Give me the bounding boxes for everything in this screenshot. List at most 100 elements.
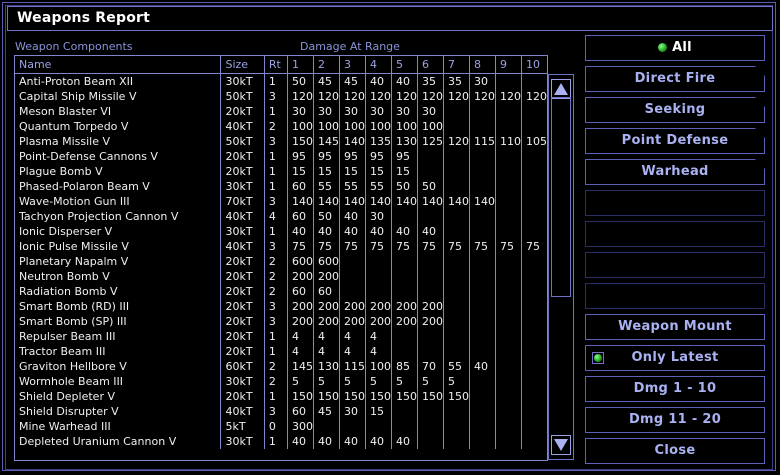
table-row[interactable]: Tachyon Projection Cannon V 40kT 4 60 50 40 30 — [15, 209, 547, 224]
table-cell — [468, 419, 496, 434]
table-row[interactable]: Planetary Napalm V 20kT 2 600 600 — [15, 254, 547, 269]
table-cell: 45 — [312, 404, 340, 419]
table-row[interactable]: Shield Disrupter V 40kT 3 60 45 30 15 — [15, 404, 547, 419]
table-cell: 40 — [390, 73, 418, 89]
filter-seeking-button[interactable]: Seeking — [585, 97, 765, 123]
column-header[interactable]: Size — [220, 56, 265, 74]
table-cell: 3 — [263, 89, 288, 104]
weapon-mount-button[interactable]: Weapon Mount — [585, 314, 765, 340]
column-header[interactable]: Rt — [263, 56, 288, 74]
only-latest-toggle[interactable]: Only Latest — [585, 345, 765, 371]
table-cell: 30 — [364, 104, 392, 119]
filter-direct-fire-button[interactable]: Direct Fire — [585, 66, 765, 92]
table-cell: 50 — [416, 179, 444, 194]
table-cell: 55 — [442, 359, 470, 374]
column-header[interactable]: 2 — [312, 56, 340, 74]
table-cell: Anti-Proton Beam XII — [19, 75, 134, 88]
table-row[interactable]: Smart Bomb (RD) III 20kT 3 200 200 200 200 200 2… — [15, 299, 547, 314]
table-row[interactable]: Tractor Beam III 20kT 1 4 4 4 4 — [15, 344, 547, 359]
dmg-1-10-button[interactable]: Dmg 1 - 10 — [585, 376, 765, 402]
table-row[interactable]: Wormhole Beam III 30kT 2 5 5 5 5 5 5 5 — [15, 374, 547, 389]
table-cell: 100 — [390, 119, 418, 134]
table-cell: 30kT — [220, 374, 265, 389]
table-cell: 200 — [364, 314, 392, 329]
table-row[interactable]: Neutron Bomb V 20kT 2 200 200 — [15, 269, 547, 284]
table-row[interactable]: Phased-Polaron Beam V 30kT 1 60 55 55 55 50 50 — [15, 179, 547, 194]
table-cell: Point-Defense Cannons V — [19, 150, 158, 163]
table-row[interactable]: Ionic Pulse Missile V 40kT 3 75 75 75 75 75 75 75… — [15, 239, 547, 254]
table-cell: 1 — [263, 329, 288, 344]
table-cell: 110 — [494, 134, 522, 149]
table-cell — [520, 314, 547, 329]
table-cell — [442, 254, 470, 269]
table-cell: 3 — [263, 134, 288, 149]
empty-slot-1 — [585, 190, 765, 216]
table-cell — [520, 404, 547, 419]
table-cell: 1 — [263, 434, 288, 449]
table-cell: 1 — [263, 149, 288, 164]
table-cell: 140 — [312, 194, 340, 209]
table-cell: 5 — [442, 374, 470, 389]
table-row[interactable]: Radiation Bomb V 20kT 2 60 60 — [15, 284, 547, 299]
window-title: Weapons Report — [17, 10, 151, 26]
table-cell: Wormhole Beam III — [19, 375, 124, 388]
column-header[interactable]: 9 — [494, 56, 522, 74]
column-header[interactable]: 1 — [286, 56, 314, 74]
table-row[interactable]: Plasma Missile V 50kT 3 150 145 140 135 130 125 1… — [15, 134, 547, 149]
column-header[interactable]: 3 — [338, 56, 366, 74]
table-cell — [520, 344, 547, 359]
only-latest-checkbox[interactable] — [592, 352, 604, 364]
column-header[interactable]: Name — [15, 56, 221, 74]
close-button[interactable]: Close — [585, 438, 765, 464]
table-cell — [364, 269, 392, 284]
table-row[interactable]: Point-Defense Cannons V 20kT 1 95 95 95 95 95 — [15, 149, 547, 164]
table-row[interactable]: Wave-Motion Gun III 70kT 3 140 140 140 140 140 1… — [15, 194, 547, 209]
column-header[interactable]: 5 — [390, 56, 418, 74]
table-row[interactable]: Plague Bomb V 20kT 1 15 15 15 15 15 — [15, 164, 547, 179]
column-header[interactable]: 10 — [520, 56, 547, 74]
scroll-thumb[interactable] — [551, 97, 571, 297]
table-cell: 200 — [338, 314, 366, 329]
scroll-down-button[interactable] — [551, 435, 571, 455]
filter-all-button[interactable]: All — [585, 35, 765, 61]
column-header[interactable]: 6 — [416, 56, 444, 74]
table-cell — [494, 359, 522, 374]
table-row[interactable]: Anti-Proton Beam XII 30kT 1 50 45 45 40 40 35 35 3… — [15, 73, 547, 89]
weapons-table[interactable]: Name Size Rt 1 2 3 4 5 6 7 8 9 10 Anti-Proton Beam X… — [14, 55, 548, 461]
table-scrollbar[interactable] — [548, 74, 574, 460]
table-cell — [390, 284, 418, 299]
dmg-11-20-button[interactable]: Dmg 11 - 20 — [585, 407, 765, 433]
filter-point-defense-button[interactable]: Point Defense — [585, 128, 765, 154]
table-cell: 75 — [338, 239, 366, 254]
column-header[interactable]: 7 — [442, 56, 470, 74]
table-cell: 75 — [312, 239, 340, 254]
table-cell: 140 — [416, 194, 444, 209]
table-cell: 140 — [390, 194, 418, 209]
table-row[interactable]: Smart Bomb (SP) III 20kT 3 200 200 200 200 200 2… — [15, 314, 547, 329]
table-row[interactable]: Mine Warhead III 5kT 0 300 — [15, 419, 547, 434]
table-row[interactable]: Graviton Hellbore V 60kT 2 145 130 115 100 85 70… — [15, 359, 547, 374]
table-cell: 40 — [468, 359, 496, 374]
table-row[interactable]: Capital Ship Missile V 50kT 3 120 120 120 120 1… — [15, 89, 547, 104]
scroll-up-button[interactable] — [551, 79, 571, 99]
table-row[interactable]: Shield Depleter V 20kT 1 150 150 150 150 150 150… — [15, 389, 547, 404]
table-row[interactable]: Meson Blaster VI 20kT 1 30 30 30 30 30 30 — [15, 104, 547, 119]
table-cell: Shield Disrupter V — [19, 405, 119, 418]
table-row[interactable]: Repulser Beam III 20kT 1 4 4 4 4 — [15, 329, 547, 344]
table-row[interactable]: Quantum Torpedo V 40kT 2 100 100 100 100 100 100 — [15, 119, 547, 134]
table-cell — [468, 119, 496, 134]
arrow-down-icon — [554, 439, 568, 451]
table-cell: 5 — [390, 374, 418, 389]
filter-warhead-button[interactable]: Warhead — [585, 159, 765, 185]
table-row[interactable]: Ionic Disperser V 30kT 1 40 40 40 40 40 40 — [15, 224, 547, 239]
table-cell — [520, 254, 547, 269]
table-cell: 50kT — [220, 134, 265, 149]
table-row[interactable]: Depleted Uranium Cannon V 30kT 1 40 40 40 40 40 — [15, 434, 547, 449]
table-cell — [494, 284, 522, 299]
table-cell: 120 — [494, 89, 522, 104]
column-header[interactable]: 8 — [468, 56, 496, 74]
table-cell — [520, 419, 547, 434]
table-cell — [520, 329, 547, 344]
column-header[interactable]: 4 — [364, 56, 392, 74]
corner-notch — [755, 128, 765, 138]
